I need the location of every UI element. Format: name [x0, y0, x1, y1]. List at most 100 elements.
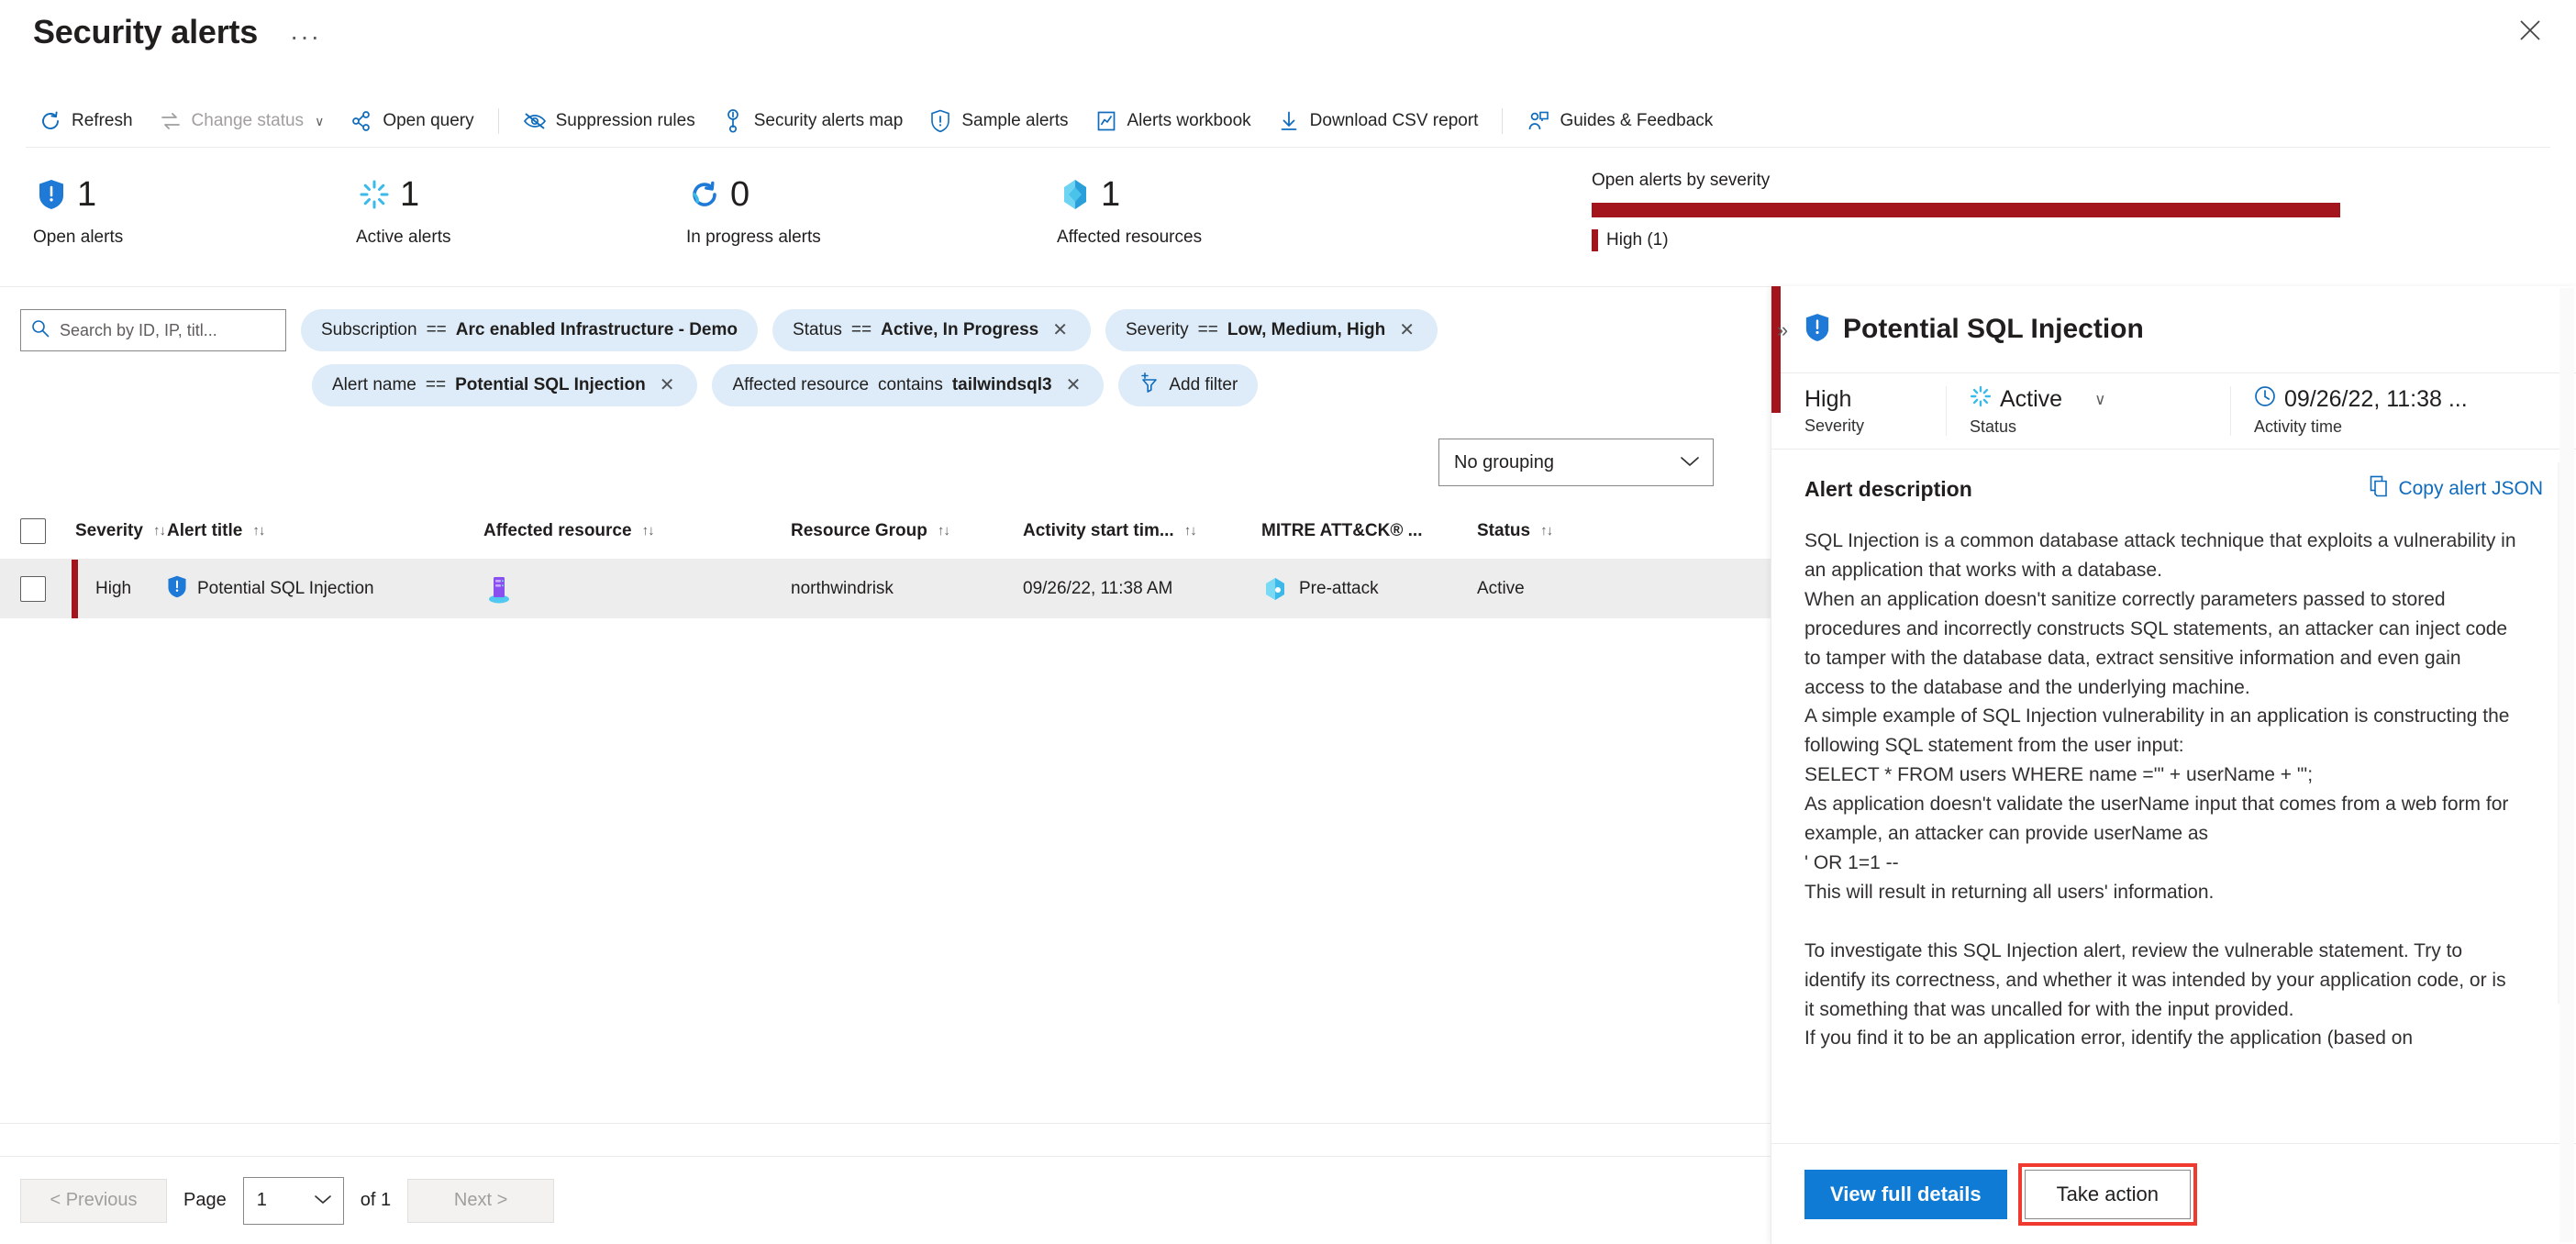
chevron-down-icon: [314, 1190, 332, 1211]
alerts-workbook-button[interactable]: Alerts workbook: [1082, 99, 1264, 143]
add-filter-label: Add filter: [1169, 375, 1238, 394]
panel-status[interactable]: Active ∨ Status: [1946, 373, 2230, 449]
page-total-label: of 1: [360, 1190, 392, 1210]
filter-pill-status-op: ==: [850, 320, 872, 339]
select-all-checkbox[interactable]: [20, 517, 46, 544]
copy-alert-json-label: Copy alert JSON: [2398, 478, 2543, 499]
copy-alert-json-button[interactable]: Copy alert JSON: [2370, 475, 2543, 503]
column-header-affected-resource[interactable]: Affected resource ↑↓: [483, 521, 791, 541]
cell-mitre-label: Pre-attack: [1299, 579, 1379, 598]
view-full-details-button[interactable]: View full details: [1804, 1169, 2007, 1219]
filter-pill-status[interactable]: Status == Active, In Progress ✕: [772, 309, 1091, 351]
sample-alerts-button[interactable]: Sample alerts: [916, 99, 1081, 143]
column-header-alert-title[interactable]: Alert title ↑↓: [167, 521, 483, 541]
panel-severity: High Severity: [1771, 373, 1946, 449]
security-alerts-map-icon: [721, 109, 745, 133]
page-number-select[interactable]: 1: [242, 1176, 344, 1225]
panel-activity-time-value: 09/26/22, 11:38 ...: [2284, 386, 2468, 412]
panel-status-value: Active: [2000, 386, 2063, 412]
copy-icon: [2370, 475, 2390, 503]
more-options-button[interactable]: ···: [284, 20, 327, 53]
filter-pill-status-value: Active, In Progress: [881, 320, 1039, 339]
guides-feedback-label: Guides & Feedback: [1560, 111, 1714, 130]
stat-active-alerts-label: Active alerts: [356, 228, 451, 247]
grouping-dropdown[interactable]: No grouping: [1438, 439, 1714, 486]
panel-activity-time-key: Activity time: [2254, 417, 2343, 436]
filter-pill-subscription-op: ==: [426, 320, 447, 339]
filter-pill-alert-name-field: Alert name: [332, 375, 416, 394]
filter-pill-alert-name-value: Potential SQL Injection: [455, 375, 646, 394]
search-input[interactable]: [20, 309, 286, 351]
column-header-mitre[interactable]: MITRE ATT&CK® ...: [1261, 521, 1477, 541]
row-checkbox[interactable]: [20, 576, 46, 602]
close-icon[interactable]: [2504, 9, 2556, 51]
previous-page-button[interactable]: < Previous: [20, 1178, 167, 1223]
panel-severity-value: High: [1804, 386, 1852, 412]
guides-feedback-button[interactable]: Guides & Feedback: [1514, 99, 1726, 143]
cell-mitre: Pre-attack: [1261, 575, 1477, 603]
search-field[interactable]: [58, 319, 275, 341]
chevron-double-right-icon[interactable]: »: [1771, 312, 1794, 349]
column-header-resource-group[interactable]: Resource Group ↑↓: [791, 521, 1023, 541]
title-bar: Security alerts ···: [0, 0, 2576, 88]
stat-active-alerts: 1 Active alerts: [356, 171, 450, 248]
close-icon[interactable]: ✕: [1049, 318, 1071, 342]
column-header-resource-group-label: Resource Group: [791, 520, 927, 540]
page-scrollbar[interactable]: [2559, 288, 2574, 1242]
refresh-label: Refresh: [72, 111, 133, 130]
filter-pill-affected-resource-value: tailwindsql3: [951, 375, 1052, 394]
column-header-severity-label: Severity: [75, 520, 143, 540]
severity-legend-label: High (1): [1606, 230, 1669, 250]
page-scrollbar-track[interactable]: [2559, 288, 2574, 1242]
open-query-button[interactable]: Open query: [337, 99, 486, 143]
panel-body: Alert description Copy alert JSON SQL In…: [1771, 450, 2576, 1101]
add-filter-icon: [1138, 372, 1160, 398]
column-header-severity[interactable]: Severity ↑↓: [75, 521, 167, 541]
guides-feedback-icon: [1527, 109, 1550, 133]
column-header-activity-start-time[interactable]: Activity start tim... ↑↓: [1023, 521, 1261, 541]
chevron-down-icon[interactable]: ∨: [2094, 391, 2105, 409]
filter-pill-subscription[interactable]: Subscription == Arc enabled Infrastructu…: [301, 309, 759, 351]
table-bottom-divider: [0, 1123, 1771, 1124]
alerts-workbook-icon: [1094, 109, 1118, 133]
stat-in-progress-alerts-value: 0: [730, 175, 750, 214]
cell-alert-title[interactable]: Potential SQL Injection: [167, 575, 483, 604]
toolbar-divider: [497, 108, 499, 134]
alert-description-text: SQL Injection is a common database attac…: [1804, 530, 2516, 1050]
take-action-button[interactable]: Take action: [2024, 1169, 2191, 1219]
table-row[interactable]: High Potential SQL Injection northwindri…: [0, 560, 1771, 618]
suppression-rules-button[interactable]: Suppression rules: [510, 99, 708, 143]
chevron-down-icon: ∨: [315, 113, 325, 128]
security-alerts-map-label: Security alerts map: [753, 111, 904, 130]
next-page-button[interactable]: Next >: [407, 1178, 555, 1223]
refresh-icon: [39, 109, 62, 133]
filter-pill-subscription-field: Subscription: [321, 320, 417, 339]
close-icon[interactable]: ✕: [657, 373, 678, 397]
toolbar-divider: [1502, 108, 1504, 134]
download-csv-report-button[interactable]: Download CSV report: [1264, 99, 1492, 143]
summary-stats: 1 Open alerts 1 Active alerts 0 In progr…: [0, 171, 1578, 272]
alerts-workbook-label: Alerts workbook: [1127, 111, 1251, 130]
add-filter-button[interactable]: Add filter: [1118, 364, 1259, 406]
panel-status-key: Status: [1970, 417, 2017, 436]
mitre-preattack-icon: [1261, 575, 1289, 603]
description-header: Alert description Copy alert JSON: [1804, 475, 2543, 503]
column-header-status[interactable]: Status ↑↓: [1477, 521, 1642, 541]
severity-chart-caption: Open alerts by severity: [1592, 171, 1771, 190]
filter-pill-alert-name[interactable]: Alert name == Potential SQL Injection ✕: [312, 364, 698, 406]
close-icon[interactable]: ✕: [1396, 318, 1417, 342]
take-action-highlight: Take action: [2017, 1162, 2197, 1226]
sort-icon: ↑↓: [641, 523, 655, 539]
active-spinner-icon: [1970, 385, 1992, 414]
stat-open-alerts: 1 Open alerts: [33, 171, 123, 248]
change-status-button[interactable]: Change status ∨: [146, 99, 338, 143]
close-icon[interactable]: ✕: [1063, 373, 1084, 397]
alert-detail-panel: » Potential SQL Injection High Severity …: [1771, 286, 2576, 1244]
filter-pill-affected-resource[interactable]: Affected resource contains tailwindsql3 …: [712, 364, 1105, 406]
filter-pill-severity[interactable]: Severity == Low, Medium, High ✕: [1105, 309, 1438, 351]
panel-activity-time-value-row: 09/26/22, 11:38 ...: [2254, 385, 2552, 414]
affected-resources-icon: [1057, 176, 1094, 213]
refresh-button[interactable]: Refresh: [26, 99, 146, 143]
security-alerts-map-button[interactable]: Security alerts map: [708, 99, 916, 143]
open-alerts-by-severity: Open alerts by severity High (1): [1592, 171, 2546, 251]
